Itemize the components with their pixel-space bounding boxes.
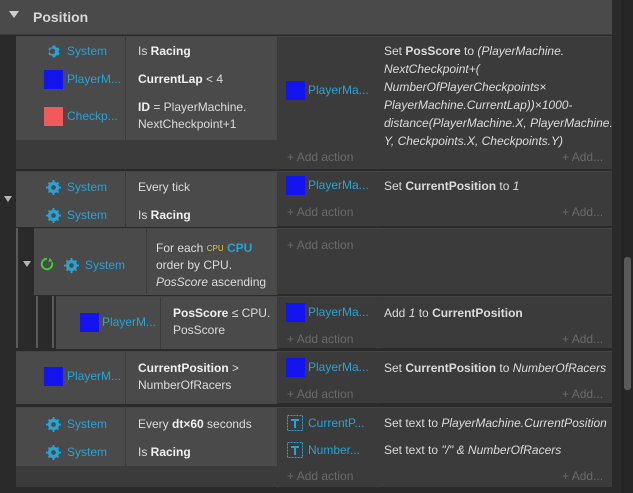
action-object-name: PlayerMa... xyxy=(308,360,369,374)
add-more-link[interactable]: + Add... xyxy=(562,332,603,346)
action-text[interactable]: Set text to "/" & NumberOfRacers xyxy=(384,441,561,459)
system-gear-icon xyxy=(64,257,79,273)
group-title: Position xyxy=(33,9,89,25)
action-object-name: PlayerMa... xyxy=(308,83,369,97)
action-text[interactable]: Set PosScore to (PlayerMachine. NextChec… xyxy=(384,42,613,150)
expand-triangle-icon[interactable] xyxy=(23,261,31,267)
add-action-link[interactable]: + Add action xyxy=(287,332,353,346)
playermachine-sprite-icon xyxy=(44,69,63,89)
playermachine-sprite-icon xyxy=(286,175,305,195)
condition-text[interactable]: CurrentPosition > NumberOfRacers xyxy=(138,360,239,394)
action-object-playermachine[interactable]: PlayerMa... xyxy=(286,80,369,100)
action-object-name: CurrentP... xyxy=(308,416,365,430)
action-object-name: Number... xyxy=(308,443,361,457)
action-text[interactable]: Set CurrentPosition to NumberOfRacers xyxy=(384,359,606,377)
action-text[interactable]: Add 1 to CurrentPosition xyxy=(384,304,523,322)
condition-text[interactable]: ID = PlayerMachine. NextCheckpoint+1 xyxy=(138,99,246,133)
condition-object-name: PlayerM... xyxy=(67,72,122,86)
condition-object-system[interactable]: System xyxy=(46,442,107,462)
playermachine-sprite-icon xyxy=(80,312,99,332)
add-action-link[interactable]: + Add action xyxy=(287,205,353,219)
condition-text[interactable]: Is Racing xyxy=(138,207,191,224)
condition-object-system[interactable]: System xyxy=(46,41,107,61)
text-object-icon xyxy=(287,415,303,431)
system-gear-icon xyxy=(46,207,61,223)
condition-object-name: System xyxy=(67,445,108,459)
subevent-indent-line xyxy=(52,296,54,348)
condition-text[interactable]: PosScore ≤ CPU. PosScore xyxy=(173,305,270,339)
condition-object-playermachine[interactable]: PlayerM... xyxy=(44,366,121,386)
group-header[interactable]: Position xyxy=(0,0,612,35)
cpu-badge-icon: CPU xyxy=(206,244,224,253)
loop-icon xyxy=(40,257,54,274)
condition-object-name: Checkp... xyxy=(67,109,118,123)
condition-object-system[interactable]: System xyxy=(46,177,107,197)
add-more-link[interactable]: + Add... xyxy=(562,150,603,164)
condition-text[interactable]: CurrentLap < 4 xyxy=(138,71,223,88)
action-object-playermachine[interactable]: PlayerMa... xyxy=(286,302,369,322)
condition-text[interactable]: Is Racing xyxy=(138,444,191,461)
condition-object-name: System xyxy=(67,180,108,194)
scrollbar-thumb[interactable] xyxy=(624,257,631,390)
subevent-indent-line xyxy=(16,228,18,348)
action-object-name: PlayerMa... xyxy=(308,178,369,192)
action-object-text[interactable]: CurrentP... xyxy=(287,413,364,433)
condition-object-name: System xyxy=(67,208,108,222)
condition-object-system[interactable]: System xyxy=(40,255,125,275)
condition-object-playermachine[interactable]: PlayerM... xyxy=(80,312,156,332)
add-action-link[interactable]: + Add action xyxy=(287,469,353,483)
system-gear-icon xyxy=(46,416,61,432)
add-more-link[interactable]: + Add... xyxy=(562,205,603,219)
add-action-link[interactable]: + Add action xyxy=(287,150,353,164)
condition-object-name: System xyxy=(85,258,126,272)
condition-object-name: PlayerM... xyxy=(67,369,122,383)
condition-object-checkpoints[interactable]: Checkp... xyxy=(44,106,118,126)
condition-text[interactable]: For each CPU CPU order by CPU. PosScore … xyxy=(156,240,266,291)
playermachine-sprite-icon xyxy=(286,357,305,377)
collapse-triangle-icon[interactable] xyxy=(9,11,19,18)
text-object-icon xyxy=(287,442,303,458)
add-more-link[interactable]: + Add... xyxy=(562,469,603,483)
condition-object-name: System xyxy=(67,44,108,58)
condition-text[interactable]: Is Racing xyxy=(138,43,191,60)
add-action-link[interactable]: + Add action xyxy=(287,238,353,252)
scrollbar-track[interactable] xyxy=(621,0,633,493)
condition-object-system[interactable]: System xyxy=(46,205,107,225)
playermachine-sprite-icon xyxy=(286,302,305,322)
playermachine-sprite-icon xyxy=(44,366,63,386)
condition-object-system[interactable]: System xyxy=(46,414,107,434)
action-object-text[interactable]: Number... xyxy=(287,440,360,460)
action-object-playermachine[interactable]: PlayerMa... xyxy=(286,175,369,195)
system-gear-icon xyxy=(46,444,61,460)
playermachine-sprite-icon xyxy=(286,80,305,100)
condition-text[interactable]: Every tick xyxy=(138,179,190,196)
add-more-link[interactable]: + Add... xyxy=(562,387,603,401)
system-gear-icon xyxy=(46,179,61,195)
checkpoint-sprite-icon xyxy=(44,106,63,126)
condition-object-name: System xyxy=(67,417,108,431)
action-object-playermachine[interactable]: PlayerMa... xyxy=(286,357,369,377)
action-object-name: PlayerMa... xyxy=(308,305,369,319)
action-text[interactable]: Set CurrentPosition to 1 xyxy=(384,177,519,195)
add-action-link[interactable]: + Add action xyxy=(287,387,353,401)
condition-text[interactable]: Every dt×60 seconds xyxy=(138,416,252,433)
subevent-indent-line xyxy=(36,296,38,348)
action-text[interactable]: Set text to PlayerMachine.CurrentPositio… xyxy=(384,414,607,432)
expand-triangle-icon[interactable] xyxy=(4,196,12,202)
system-gear-icon xyxy=(46,44,61,59)
condition-object-playermachine[interactable]: PlayerM... xyxy=(44,69,121,89)
condition-object-name: PlayerM... xyxy=(102,315,157,329)
